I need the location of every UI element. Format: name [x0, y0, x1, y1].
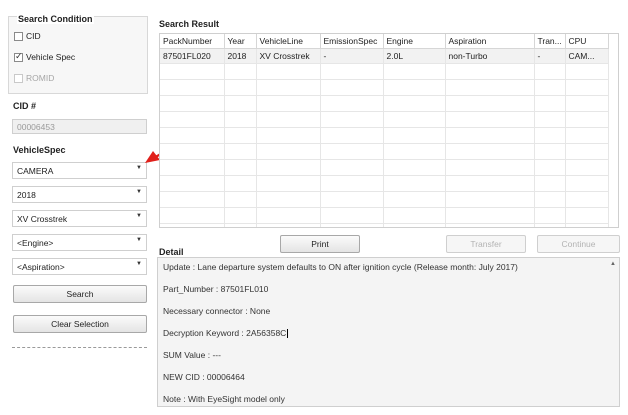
text-caret — [287, 329, 289, 339]
column-header-packnumber[interactable]: PackNumber — [160, 34, 225, 49]
detail-scrollbar[interactable]: ▲ — [608, 259, 618, 405]
cid-checkbox-row[interactable]: CID — [14, 31, 41, 41]
chevron-down-icon: ▼ — [136, 237, 142, 243]
aspiration-select[interactable]: <Aspiration> ▼ — [12, 258, 147, 275]
engine-select[interactable]: <Engine> ▼ — [12, 234, 147, 251]
detail-title: Detail — [159, 247, 184, 257]
column-header-emissionspec[interactable]: EmissionSpec — [320, 34, 384, 49]
clear-selection-button[interactable]: Clear Selection — [13, 315, 147, 333]
continue-button[interactable]: Continue — [537, 235, 620, 253]
detail-part-number-line: Part_Number : 87501FL010 — [163, 284, 269, 294]
category-select-value: CAMERA — [17, 166, 54, 176]
scroll-up-icon[interactable]: ▲ — [610, 261, 616, 267]
search-button[interactable]: Search — [13, 285, 147, 303]
empty-row — [160, 191, 609, 208]
aspiration-select-value: <Aspiration> — [17, 262, 65, 272]
table-cell: CAM... — [565, 48, 609, 64]
table-row[interactable]: 87501FL020 2018 XV Crosstrek - 2.0L non-… — [160, 48, 609, 64]
cid-checkbox-label: CID — [26, 31, 41, 41]
detail-connector-line: Necessary connector : None — [163, 306, 271, 316]
empty-row — [160, 143, 609, 160]
romid-checkbox-row[interactable]: ROMID — [14, 73, 54, 83]
vehicle-spec-checkbox[interactable] — [14, 51, 23, 62]
detail-sum-line: SUM Value : --- — [163, 350, 221, 360]
empty-row — [160, 159, 609, 176]
table-cell: 87501FL020 — [160, 48, 225, 64]
column-header-year[interactable]: Year — [224, 34, 257, 49]
detail-new-cid-line: NEW CID : 00006464 — [163, 372, 245, 382]
detail-keyword-text: Decryption Keyword : 2A56358C — [163, 328, 287, 338]
cid-label: CID # — [13, 101, 37, 111]
table-cell: 2.0L — [383, 48, 446, 64]
empty-row — [160, 127, 609, 144]
vehicle-spec-checkbox-row[interactable]: Vehicle Spec — [14, 51, 76, 62]
detail-textarea[interactable]: Update : Lane departure system defaults … — [157, 257, 620, 407]
column-header-vehicleline[interactable]: VehicleLine — [256, 34, 321, 49]
table-cell: 2018 — [224, 48, 257, 64]
cid-checkbox[interactable] — [14, 31, 23, 41]
chevron-down-icon: ▼ — [136, 213, 142, 219]
table-header-row: PackNumber Year VehicleLine EmissionSpec… — [160, 34, 609, 49]
detail-keyword-line: Decryption Keyword : 2A56358C — [163, 328, 289, 339]
vehicle-line-select-value: XV Crosstrek — [17, 214, 68, 224]
column-header-transmission[interactable]: Tran... — [534, 34, 566, 49]
divider — [12, 347, 147, 348]
empty-row — [160, 223, 609, 227]
column-header-cpu[interactable]: CPU — [565, 34, 609, 49]
vehicle-spec-label: VehicleSpec — [13, 145, 66, 155]
table-cell: XV Crosstrek — [256, 48, 321, 64]
table-cell: non-Turbo — [445, 48, 535, 64]
empty-row — [160, 63, 609, 80]
year-select-value: 2018 — [17, 190, 36, 200]
column-header-aspiration[interactable]: Aspiration — [445, 34, 535, 49]
table-cell: - — [320, 48, 384, 64]
romid-checkbox[interactable] — [14, 73, 23, 83]
table-cell: - — [534, 48, 566, 64]
chevron-down-icon: ▼ — [136, 261, 142, 267]
empty-row — [160, 79, 609, 96]
cid-field[interactable]: 00006453 — [12, 119, 147, 134]
search-result-table: PackNumber Year VehicleLine EmissionSpec… — [159, 33, 619, 228]
category-select[interactable]: CAMERA ▼ — [12, 162, 147, 179]
year-select[interactable]: 2018 ▼ — [12, 186, 147, 203]
search-result-title: Search Result — [159, 19, 220, 29]
romid-checkbox-label: ROMID — [26, 73, 55, 83]
engine-select-value: <Engine> — [17, 238, 54, 248]
transfer-button[interactable]: Transfer — [446, 235, 526, 253]
empty-row — [160, 111, 609, 128]
vehicle-line-select[interactable]: XV Crosstrek ▼ — [12, 210, 147, 227]
print-button[interactable]: Print — [280, 235, 360, 253]
empty-row — [160, 175, 609, 192]
vehicle-spec-checkbox-label: Vehicle Spec — [26, 52, 76, 62]
column-header-engine[interactable]: Engine — [383, 34, 446, 49]
empty-row — [160, 207, 609, 224]
empty-row — [160, 95, 609, 112]
detail-update-line: Update : Lane departure system defaults … — [163, 262, 518, 272]
search-condition-title: Search Condition — [17, 14, 94, 24]
detail-note-line: Note : With EyeSight model only — [163, 394, 285, 404]
chevron-down-icon: ▼ — [136, 189, 142, 195]
